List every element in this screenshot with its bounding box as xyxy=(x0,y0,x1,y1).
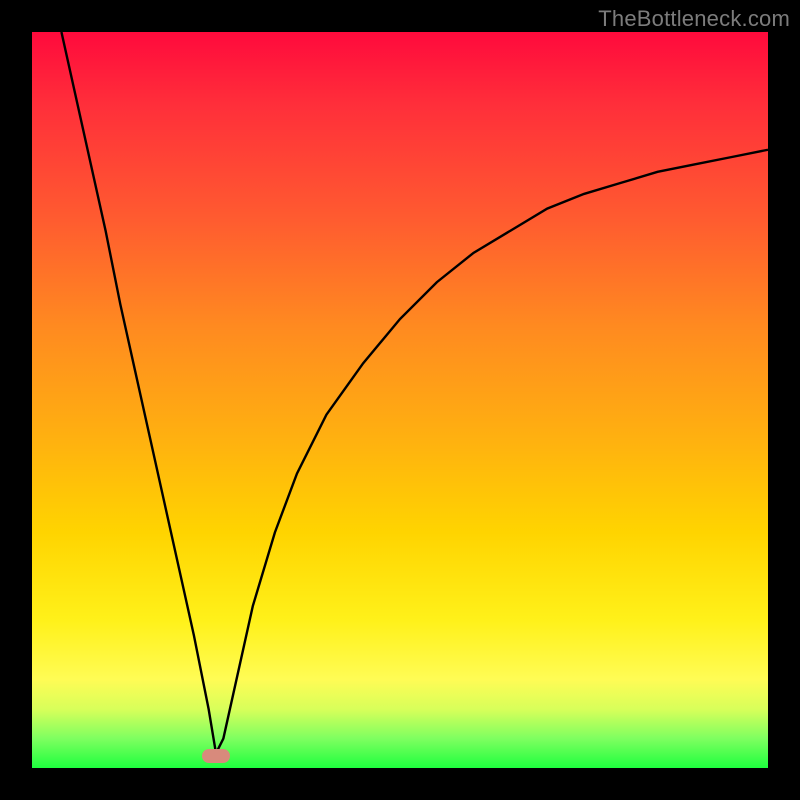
chart-frame: TheBottleneck.com xyxy=(0,0,800,800)
plot-area xyxy=(32,32,768,768)
curve-path xyxy=(61,32,768,753)
minimum-marker xyxy=(202,749,230,763)
bottleneck-curve xyxy=(32,32,768,768)
watermark-text: TheBottleneck.com xyxy=(598,6,790,32)
